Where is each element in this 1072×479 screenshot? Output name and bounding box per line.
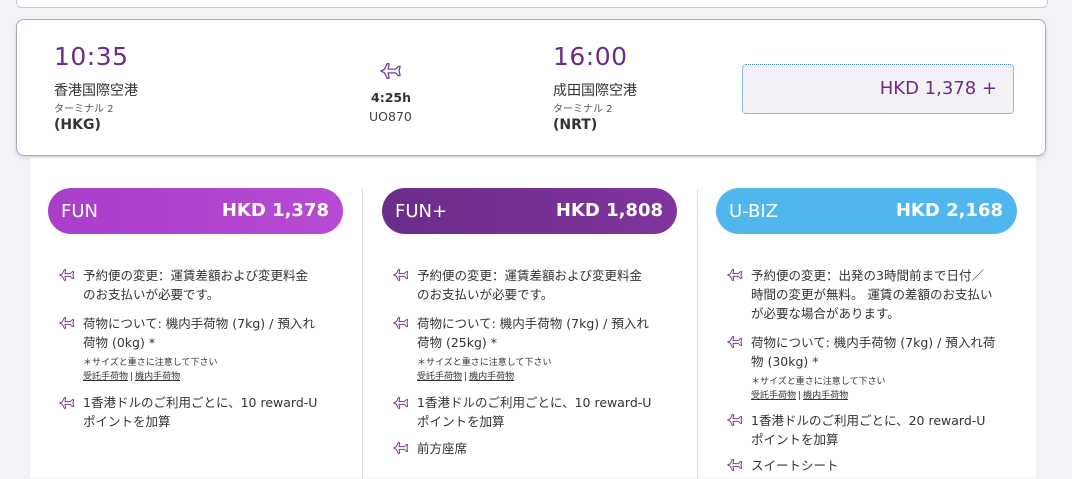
- departure-code: (HKG): [54, 117, 101, 133]
- flight-number: UO870: [369, 109, 412, 124]
- column-divider: [697, 189, 698, 479]
- arrival-code: (NRT): [553, 117, 598, 133]
- feature-baggage-line1: 荷物について: 機内手荷物 (7kg) / 預入れ: [417, 316, 649, 331]
- feature-points-line1: 1香港ドルのご利用ごとに、10 reward-U: [417, 395, 652, 410]
- plane-bullet-icon: [59, 317, 75, 329]
- departure-terminal: ターミナル 2: [54, 104, 114, 115]
- checked-baggage-link[interactable]: 受託手荷物: [417, 372, 462, 382]
- plane-bullet-icon: [393, 442, 409, 454]
- feature-baggage-line2: 荷物 (0kg) *: [83, 335, 156, 350]
- feature-change-line3: が必要な場合があります。: [751, 306, 900, 321]
- fare-price: HKD 1,378: [221, 200, 329, 221]
- select-fare-price-button[interactable]: HKD 1,378 +: [742, 64, 1014, 114]
- feature-baggage-line1: 荷物について: 機内手荷物 (7kg) / 預入れ荷: [751, 335, 996, 350]
- plane-bullet-icon: [727, 336, 743, 348]
- cabin-baggage-link[interactable]: 機内手荷物: [803, 391, 848, 401]
- airplane-icon: [380, 63, 401, 79]
- baggage-note: ＊サイズと重さに注意して下さい: [417, 358, 552, 368]
- flight-card[interactable]: 10:35 香港国際空港 ターミナル 2 (HKG) 4:25h UO870 1…: [16, 19, 1046, 156]
- feature-points-line1: 1香港ドルのご利用ごとに、10 reward-U: [83, 395, 318, 410]
- fare-fun-button[interactable]: FUN HKD 1,378: [48, 188, 343, 234]
- feature-change-line1: 予約便の変更：出発の3時間前まで日付／: [751, 268, 984, 283]
- departure-airport: 香港国際空港: [54, 83, 138, 99]
- fare-name: FUN+: [395, 201, 448, 222]
- column-divider: [362, 189, 363, 479]
- plane-bullet-icon: [393, 397, 409, 409]
- feature-change-line2: 時間の変更が無料。 運賃の差額のお支払い: [751, 287, 993, 302]
- cabin-baggage-link[interactable]: 機内手荷物: [135, 372, 180, 382]
- plane-bullet-icon: [727, 269, 743, 281]
- feature-suite-seat: スイートシート: [751, 458, 839, 473]
- arrival-terminal: ターミナル 2: [553, 104, 613, 115]
- checked-baggage-link[interactable]: 受託手荷物: [83, 372, 128, 382]
- plane-bullet-icon: [393, 269, 409, 281]
- plane-bullet-icon: [727, 459, 743, 471]
- feature-change-line2: のお支払いが必要です。: [417, 287, 554, 302]
- feature-baggage-line1: 荷物について: 機内手荷物 (7kg) / 預入れ: [83, 316, 315, 331]
- feature-baggage-line2: 荷物 (25kg) *: [417, 335, 498, 350]
- fare-name: U-BIZ: [729, 201, 779, 222]
- price-button-label: HKD 1,378 +: [879, 78, 997, 99]
- baggage-links: 受託手荷物 | 機内手荷物: [417, 372, 515, 382]
- feature-points-line2: ポイントを加算: [83, 414, 171, 429]
- previous-card-edge: [16, 0, 1048, 8]
- flight-duration: 4:25h: [371, 90, 411, 105]
- arrival-airport: 成田国際空港: [553, 83, 637, 99]
- arrival-time: 16:00: [553, 42, 628, 71]
- plane-bullet-icon: [727, 414, 743, 426]
- fare-ubiz-button[interactable]: U-BIZ HKD 2,168: [716, 188, 1017, 234]
- departure-time: 10:35: [54, 42, 129, 71]
- baggage-links: 受託手荷物 | 機内手荷物: [751, 391, 849, 401]
- feature-points-line1: 1香港ドルのご利用ごとに、20 reward-U: [751, 413, 986, 428]
- feature-change-line1: 予約便の変更：運賃差額および変更料金: [83, 268, 309, 283]
- fare-funplus-button[interactable]: FUN+ HKD 1,808: [382, 188, 677, 234]
- fare-price: HKD 2,168: [895, 200, 1003, 221]
- fare-price: HKD 1,808: [555, 200, 663, 221]
- cabin-baggage-link[interactable]: 機内手荷物: [469, 372, 514, 382]
- feature-points-line2: ポイントを加算: [417, 414, 505, 429]
- feature-change-line2: のお支払いが必要です。: [83, 287, 220, 302]
- baggage-note: ＊サイズと重さに注意して下さい: [83, 358, 218, 368]
- baggage-note: ＊サイズと重さに注意して下さい: [751, 377, 886, 387]
- fare-name: FUN: [61, 201, 98, 222]
- feature-front-seat: 前方座席: [417, 441, 468, 456]
- feature-points-line2: ポイントを加算: [751, 432, 839, 447]
- checked-baggage-link[interactable]: 受託手荷物: [751, 391, 796, 401]
- plane-bullet-icon: [393, 317, 409, 329]
- plane-bullet-icon: [59, 397, 75, 409]
- plane-bullet-icon: [59, 269, 75, 281]
- feature-change-line1: 予約便の変更：運賃差額および変更料金: [417, 268, 643, 283]
- baggage-links: 受託手荷物 | 機内手荷物: [83, 372, 181, 382]
- feature-baggage-line2: 物 (30kg) *: [751, 354, 819, 369]
